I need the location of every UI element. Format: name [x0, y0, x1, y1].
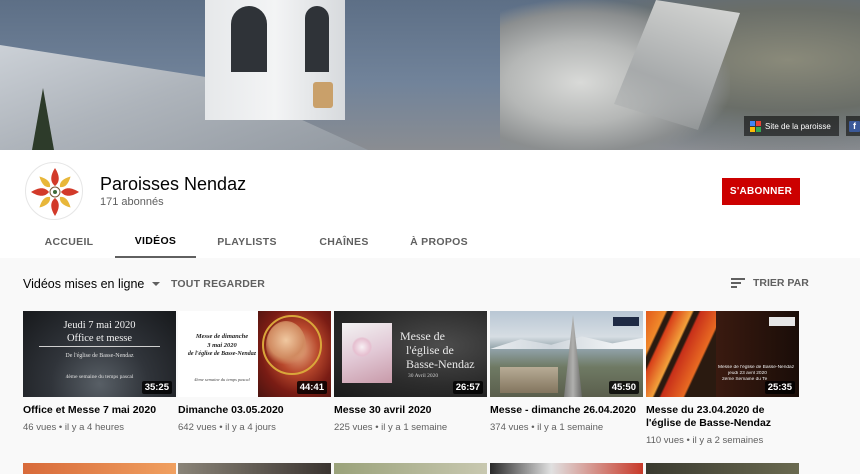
video-title[interactable]: Messe - dimanche 26.04.2020 — [490, 404, 643, 417]
channel-name: Paroisses Nendaz — [100, 174, 247, 194]
caret-down-icon — [152, 282, 161, 286]
parish-emblem-icon — [31, 168, 79, 216]
video-card[interactable]: Messe de dimanche 3 mai 2020 de l'église… — [178, 311, 331, 433]
thumb-logo-badge — [769, 317, 795, 326]
sort-button[interactable]: TRIER PAR — [731, 277, 809, 289]
video-thumbnail-partial[interactable] — [334, 463, 487, 474]
thumb-text: 30 Avril 2020 — [408, 373, 439, 379]
facebook-icon: f — [849, 120, 860, 132]
video-title[interactable]: Messe du 23.04.2020 de l'église de Basse… — [646, 404, 799, 430]
sort-icon — [731, 278, 745, 288]
tab-chaines[interactable]: CHAÎNES — [302, 226, 386, 258]
video-card[interactable]: 45:50 Messe - dimanche 26.04.2020 374 vu… — [490, 311, 643, 433]
thumb-flower — [352, 337, 372, 357]
video-title[interactable]: Dimanche 03.05.2020 — [178, 404, 331, 417]
thumb-text: jeudi 23 avril 2020 — [728, 371, 767, 376]
channel-avatar[interactable] — [25, 162, 83, 220]
video-thumbnail-partial[interactable] — [646, 463, 799, 474]
tower-window — [231, 6, 267, 72]
thumb-flower-photo — [342, 323, 392, 383]
video-meta: 46 vues • il y a 4 heures — [23, 422, 125, 433]
uploads-dropdown[interactable]: Vidéos mises en ligne — [23, 277, 161, 291]
thumb-church-spire — [564, 315, 582, 397]
thumb-text: 3 mai 2020 — [207, 342, 237, 349]
video-thumbnail-partial[interactable] — [178, 463, 331, 474]
thumb-text: Messe de dimanche — [195, 333, 249, 340]
video-card[interactable]: Jeudi 7 mai 2020 Office et messe De l'ég… — [23, 311, 176, 433]
parish-site-link-label: Site de la paroisse — [765, 121, 831, 131]
tab-accueil[interactable]: ACCUEIL — [28, 226, 110, 258]
subscriber-count: 171 abonnés — [100, 196, 164, 208]
video-meta: 110 vues • il y a 2 semaines — [646, 435, 764, 446]
video-thumbnail[interactable]: 45:50 — [490, 311, 643, 397]
tower-window — [305, 6, 329, 72]
play-all-button[interactable]: TOUT REGARDER — [171, 278, 265, 290]
channel-tabs: ACCUEIL VIDÉOS PLAYLISTS CHAÎNES À PROPO… — [0, 226, 860, 258]
channel-header: Paroisses Nendaz 171 abonnés S'ABONNER A… — [0, 150, 860, 258]
tab-videos[interactable]: VIDÉOS — [115, 226, 196, 258]
channel-banner: Site de la paroisse f — [0, 0, 860, 150]
thumb-text: Jeudi 7 mai 2020 — [63, 320, 136, 331]
thumb-logo-badge — [613, 317, 639, 326]
video-duration: 25:35 — [764, 381, 795, 394]
thumb-text: Messe de — [400, 329, 445, 343]
thumb-rule — [39, 346, 160, 347]
video-thumbnail[interactable]: Messe de dimanche 3 mai 2020 de l'église… — [178, 311, 331, 397]
uploads-dropdown-label: Vidéos mises en ligne — [23, 277, 145, 291]
thumb-snow-mountains — [490, 336, 643, 349]
facebook-link[interactable]: f — [846, 116, 860, 136]
thumb-village — [500, 367, 558, 393]
video-thumbnail[interactable]: Messe de l'église de Basse-Nendaz jeudi … — [646, 311, 799, 397]
video-meta: 642 vues • il y a 4 jours — [178, 422, 276, 433]
video-meta: 225 vues • il y a 1 semaine — [334, 422, 448, 433]
video-meta: 374 vues • il y a 1 semaine — [490, 422, 604, 433]
thumb-text: 4ème semaine du temps pascal — [65, 374, 134, 380]
thumb-text: 4ème semaine du temps pascal — [194, 377, 250, 382]
video-thumbnail[interactable]: Jeudi 7 mai 2020 Office et messe De l'ég… — [23, 311, 176, 397]
video-thumbnail[interactable]: Messe de l'église de Basse-Nendaz 30 Avr… — [334, 311, 487, 397]
thumb-text: Messe de l'église de Basse-Nendaz — [718, 365, 795, 370]
thumb-text: de l'église de Basse-Nendaz — [187, 351, 257, 357]
thumb-text: Basse-Nendaz — [406, 357, 475, 371]
banner-bell-tower — [205, 0, 345, 120]
subscribe-button[interactable]: S'ABONNER — [722, 178, 800, 205]
thumb-text: l'église de — [406, 343, 454, 357]
tower-clock — [313, 82, 333, 108]
thumb-stained-glass — [646, 311, 716, 397]
video-thumbnail-partial[interactable] — [490, 463, 643, 474]
tab-a-propos[interactable]: À PROPOS — [398, 226, 480, 258]
video-duration: 26:57 — [452, 381, 483, 394]
parish-site-link[interactable]: Site de la paroisse — [744, 116, 839, 136]
video-card[interactable]: Messe de l'église de Basse-Nendaz jeudi … — [646, 311, 799, 446]
video-card[interactable]: Messe de l'église de Basse-Nendaz 30 Avr… — [334, 311, 487, 433]
video-title[interactable]: Messe 30 avril 2020 — [334, 404, 487, 417]
thumb-text: Office et messe — [66, 333, 133, 344]
thumb-text: De l'église de Basse-Nendaz — [65, 353, 134, 359]
tab-playlists[interactable]: PLAYLISTS — [206, 226, 288, 258]
video-thumbnail-partial[interactable] — [23, 463, 176, 474]
icon-halo — [262, 315, 322, 375]
video-title[interactable]: Office et Messe 7 mai 2020 — [23, 404, 176, 417]
sort-label: TRIER PAR — [753, 277, 809, 289]
video-duration: 35:25 — [141, 381, 172, 394]
site-link-icon — [750, 120, 761, 132]
video-duration: 44:41 — [296, 381, 327, 394]
video-duration: 45:50 — [608, 381, 639, 394]
